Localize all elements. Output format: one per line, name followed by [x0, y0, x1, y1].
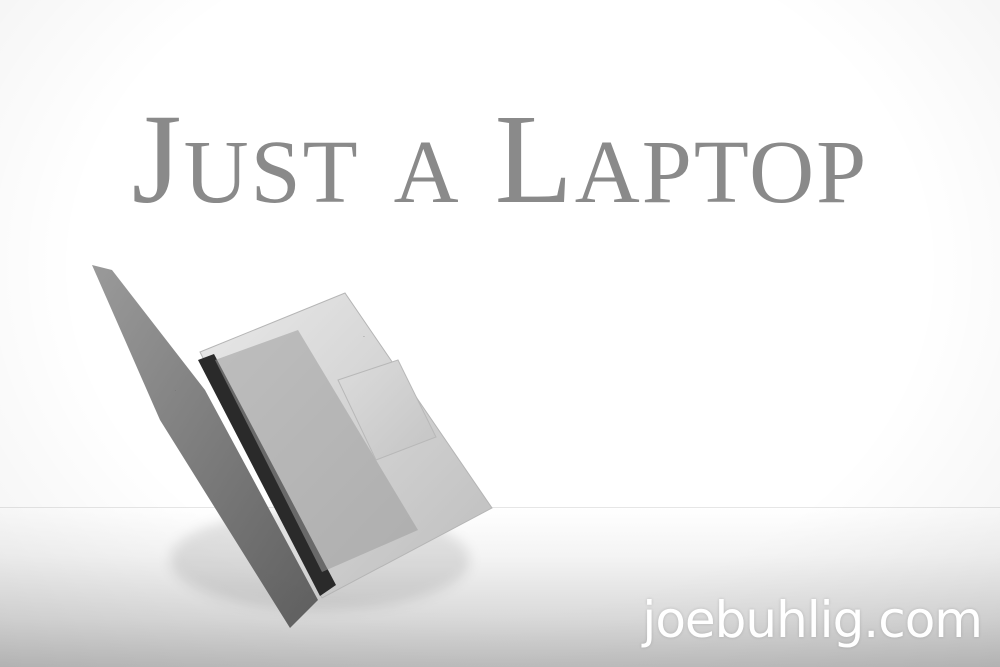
- laptop-icon: [92, 265, 493, 628]
- photo-stage: Just a Laptop joebuhlig.com: [0, 0, 1000, 667]
- watermark-text: joebuhlig.com: [642, 591, 983, 649]
